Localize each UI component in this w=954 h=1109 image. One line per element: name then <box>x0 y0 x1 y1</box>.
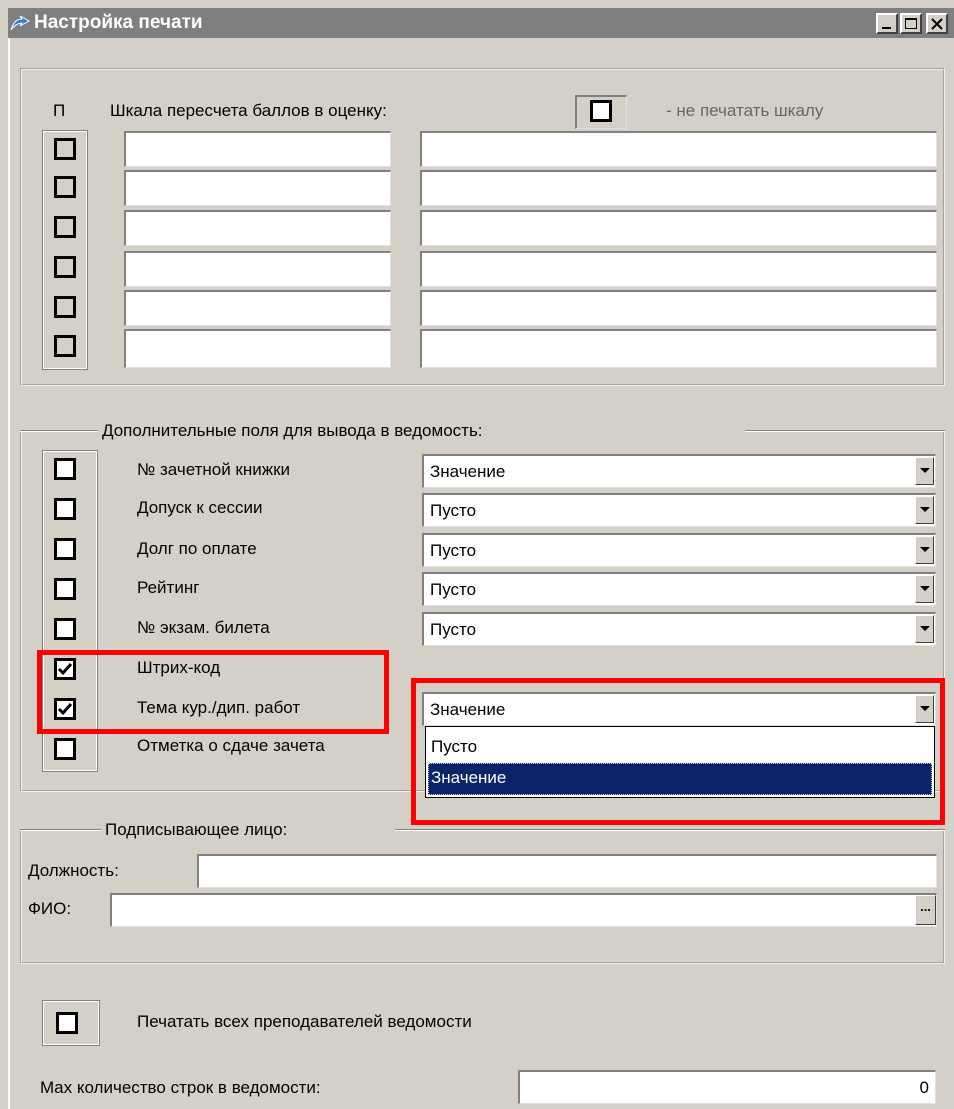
chevron-down-icon <box>920 468 930 473</box>
position-input[interactable] <box>197 854 937 888</box>
session-admission-select[interactable]: Пусто <box>422 493 936 527</box>
payment-debt-checkbox[interactable] <box>54 538 76 560</box>
scale-row-6-grade-input[interactable] <box>420 329 937 368</box>
scale-row-3-checkbox[interactable] <box>54 216 76 238</box>
payment-debt-select[interactable]: Пусто <box>422 533 936 567</box>
scale-row-5-grade-input[interactable] <box>420 290 937 326</box>
title-bar[interactable]: Настройка печати <box>8 8 954 38</box>
rating-select-value: Пусто <box>430 580 477 599</box>
session-admission-checkbox[interactable] <box>54 498 76 520</box>
signer-border-right <box>395 829 945 831</box>
no-print-scale-checkbox[interactable] <box>590 100 612 122</box>
scale-row-4-grade-input[interactable] <box>420 251 937 287</box>
scale-row-4-score-input[interactable] <box>124 251 391 287</box>
exam-ticket-select-value: Пусто <box>430 620 477 639</box>
session-admission-label: Допуск к сессии <box>137 498 263 517</box>
credit-mark-label: Отметка о сдаче зачета <box>137 736 325 755</box>
name-input[interactable]: ... <box>110 893 937 927</box>
highlight-checkboxes <box>37 650 389 734</box>
maximize-button[interactable] <box>900 13 922 34</box>
exam-ticket-label: № экзам. билета <box>137 618 270 637</box>
scale-row-2-grade-input[interactable] <box>420 170 937 206</box>
chevron-down-icon <box>920 586 930 591</box>
signer-border-left <box>20 829 102 831</box>
scale-row-6-checkbox[interactable] <box>54 335 76 357</box>
print-settings-window: Настройка печати П Шкала пересчета балло… <box>0 0 954 1109</box>
scale-row-1-grade-input[interactable] <box>420 131 937 167</box>
record-book-select[interactable]: Значение <box>422 454 936 488</box>
scale-row-1-checkbox[interactable] <box>54 138 76 160</box>
scale-row-5-checkbox[interactable] <box>54 296 76 318</box>
record-book-checkbox[interactable] <box>54 458 76 480</box>
chevron-down-icon <box>920 547 930 552</box>
chevron-down-icon <box>920 507 930 512</box>
signer-legend: Подписывающее лицо: <box>105 820 288 840</box>
scale-row-3-score-input[interactable] <box>124 210 391 246</box>
minimize-icon <box>882 27 891 29</box>
scale-row-1-score-input[interactable] <box>124 131 391 167</box>
browse-button[interactable]: ... <box>915 895 936 925</box>
no-print-scale-label: - не печатать шкалу <box>666 101 824 120</box>
scale-row-5-score-input[interactable] <box>124 290 391 326</box>
max-rows-label: Max количество строк в ведомости: <box>40 1078 321 1097</box>
app-icon <box>10 13 31 33</box>
no-print-scale-frame <box>575 95 627 129</box>
record-book-select-arrow[interactable] <box>915 457 934 485</box>
session-admission-select-value: Пусто <box>430 501 477 520</box>
rating-select-arrow[interactable] <box>915 575 934 603</box>
highlight-dropdown <box>411 678 945 825</box>
group-border-left <box>20 430 98 432</box>
group-border-right <box>745 430 945 432</box>
exam-ticket-select[interactable]: Пусто <box>422 612 936 646</box>
window-title: Настройка печати <box>34 12 203 33</box>
position-label: Должность: <box>28 861 119 880</box>
exam-ticket-checkbox[interactable] <box>54 618 76 640</box>
max-rows-value: 0 <box>919 1078 929 1097</box>
record-book-select-value: Значение <box>430 462 506 481</box>
print-all-teachers-checkbox[interactable] <box>56 1012 78 1034</box>
rating-label: Рейтинг <box>137 578 200 597</box>
scale-row-4-checkbox[interactable] <box>54 256 76 278</box>
chevron-down-icon <box>920 626 930 631</box>
rating-select[interactable]: Пусто <box>422 572 936 606</box>
scale-checkbox-column <box>42 130 88 370</box>
close-icon <box>931 18 943 30</box>
rating-checkbox[interactable] <box>54 578 76 600</box>
payment-debt-label: Долг по оплате <box>137 539 257 558</box>
payment-debt-select-arrow[interactable] <box>915 536 934 564</box>
extra-fields-legend: Дополнительные поля для вывода в ведомос… <box>102 421 483 441</box>
scale-row-3-grade-input[interactable] <box>420 210 937 246</box>
maximize-icon <box>905 18 917 29</box>
name-label: ФИО: <box>28 899 72 918</box>
scale-label: Шкала пересчета баллов в оценку: <box>110 101 387 120</box>
record-book-label: № зачетной книжки <box>137 460 291 479</box>
session-admission-select-arrow[interactable] <box>915 496 934 524</box>
scale-row-6-score-input[interactable] <box>124 329 391 368</box>
credit-mark-checkbox[interactable] <box>54 738 76 760</box>
print-all-teachers-label: Печатать всех преподавателей ведомости <box>137 1012 472 1031</box>
column-header-p: П <box>53 101 66 120</box>
scale-row-2-checkbox[interactable] <box>54 176 76 198</box>
payment-debt-select-value: Пусто <box>430 541 477 560</box>
exam-ticket-select-arrow[interactable] <box>915 615 934 643</box>
max-rows-input[interactable]: 0 <box>518 1070 936 1104</box>
scale-row-2-score-input[interactable] <box>124 170 391 206</box>
minimize-button[interactable] <box>876 13 898 34</box>
close-button[interactable] <box>926 13 948 34</box>
